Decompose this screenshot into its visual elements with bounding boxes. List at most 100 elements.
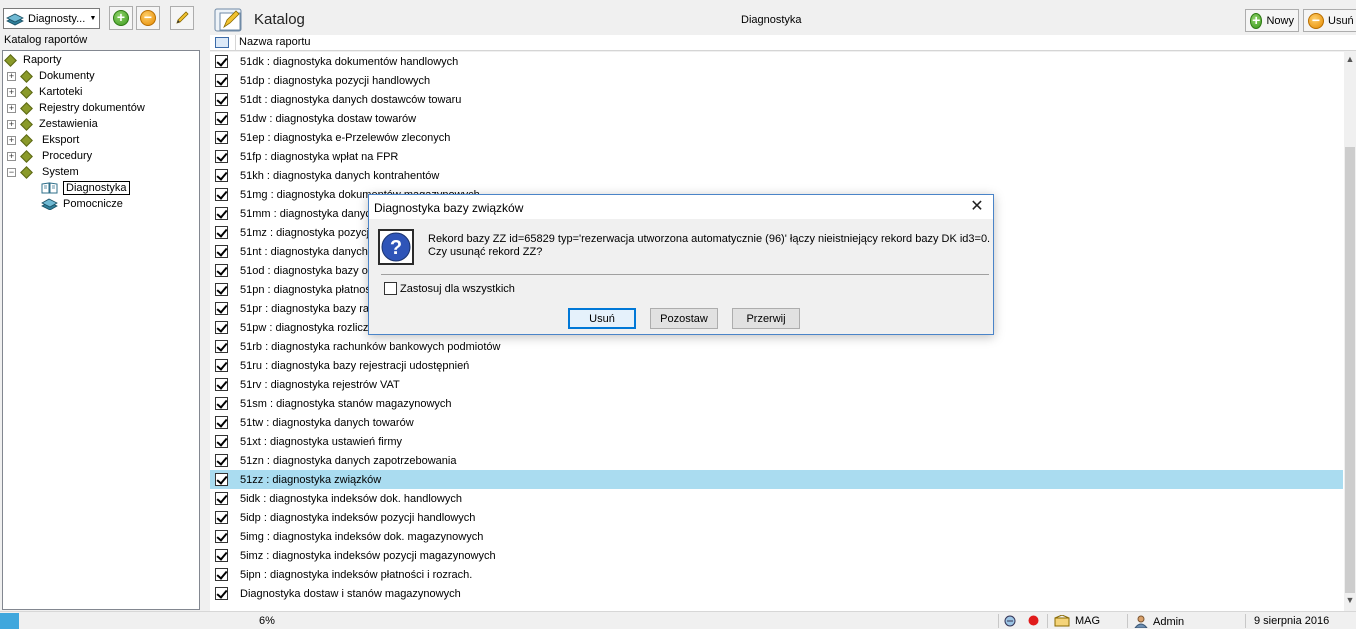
progress-bar-fill: [0, 613, 19, 629]
report-tree[interactable]: Raporty + Dokumenty + Kartoteki + Rejest…: [2, 50, 200, 610]
remove-catalog-button[interactable]: −: [136, 6, 160, 30]
table-row[interactable]: 51dp : diagnostyka pozycji handlowych: [210, 71, 1343, 90]
tree-node-pomocnicze[interactable]: Pomocnicze: [41, 196, 123, 212]
table-row[interactable]: 51rv : diagnostyka rejestrów VAT: [210, 375, 1343, 394]
confirm-dialog: Diagnostyka bazy związków ✕ ? Rekord baz…: [368, 194, 994, 335]
row-checkbox[interactable]: [215, 169, 228, 182]
table-row[interactable]: Diagnostyka dostaw i stanów magazynowych: [210, 584, 1343, 603]
table-row[interactable]: 51sm : diagnostyka stanów magazynowych: [210, 394, 1343, 413]
table-row[interactable]: 51kh : diagnostyka danych kontrahentów: [210, 166, 1343, 185]
table-row[interactable]: 5idk : diagnostyka indeksów dok. handlow…: [210, 489, 1343, 508]
tree-node-system[interactable]: − System: [7, 164, 79, 180]
row-checkbox[interactable]: [215, 359, 228, 372]
table-row[interactable]: 5ipn : diagnostyka indeksów płatności i …: [210, 565, 1343, 584]
row-checkbox[interactable]: [215, 321, 228, 334]
row-checkbox[interactable]: [215, 454, 228, 467]
add-catalog-button[interactable]: +: [109, 6, 133, 30]
keep-button[interactable]: Pozostaw: [650, 308, 718, 329]
row-checkbox[interactable]: [215, 435, 228, 448]
close-icon[interactable]: ✕: [969, 199, 985, 215]
expand-icon[interactable]: +: [7, 151, 16, 161]
expand-icon[interactable]: +: [7, 119, 16, 129]
scroll-up-icon[interactable]: ▲: [1344, 54, 1356, 68]
row-checkbox[interactable]: [215, 93, 228, 106]
row-checkbox[interactable]: [215, 378, 228, 391]
catalog-combo[interactable]: Diagnosty... ▼: [3, 8, 100, 29]
new-report-button[interactable]: + Nowy: [1245, 9, 1299, 32]
row-checkbox[interactable]: [215, 568, 228, 581]
scroll-down-icon[interactable]: ▼: [1344, 595, 1356, 609]
table-row[interactable]: 5idp : diagnostyka indeksów pozycji hand…: [210, 508, 1343, 527]
row-checkbox[interactable]: [215, 245, 228, 258]
tree-node-label: Dokumenty: [39, 70, 95, 82]
row-label: 51sm : diagnostyka stanów magazynowych: [240, 397, 452, 410]
plus-icon: +: [113, 10, 129, 26]
expand-icon[interactable]: +: [7, 103, 16, 113]
apply-to-all-checkbox[interactable]: [384, 282, 397, 295]
column-header-name[interactable]: Nazwa raportu: [235, 34, 311, 51]
table-row[interactable]: 51tw : diagnostyka danych towarów: [210, 413, 1343, 432]
tree-node-procedury[interactable]: + Procedury: [7, 148, 92, 164]
table-row[interactable]: 51ru : diagnostyka bazy rejestracji udos…: [210, 356, 1343, 375]
table-row[interactable]: 5imz : diagnostyka indeksów pozycji maga…: [210, 546, 1343, 565]
row-checkbox[interactable]: [215, 150, 228, 163]
row-checkbox[interactable]: [215, 55, 228, 68]
tree-node-eksport[interactable]: + Eksport: [7, 132, 79, 148]
row-checkbox[interactable]: [215, 207, 228, 220]
row-checkbox[interactable]: [215, 473, 228, 486]
row-label: 51zn : diagnostyka danych zapotrzebowani…: [240, 454, 457, 467]
table-row[interactable]: 51dt : diagnostyka danych dostawców towa…: [210, 90, 1343, 109]
scrollbar-thumb[interactable]: [1345, 147, 1355, 593]
row-checkbox[interactable]: [215, 188, 228, 201]
delete-report-button[interactable]: − Usuń: [1303, 9, 1356, 32]
row-label: 51ep : diagnostyka e-Przelewów zleconych: [240, 131, 451, 144]
dialog-titlebar[interactable]: Diagnostyka bazy związków ✕: [369, 195, 993, 219]
expand-icon[interactable]: +: [7, 87, 16, 97]
table-row[interactable]: 51ep : diagnostyka e-Przelewów zleconych: [210, 128, 1343, 147]
row-checkbox[interactable]: [215, 74, 228, 87]
row-checkbox[interactable]: [215, 492, 228, 505]
table-row[interactable]: 5img : diagnostyka indeksów dok. magazyn…: [210, 527, 1343, 546]
expand-icon[interactable]: +: [7, 135, 16, 145]
table-row[interactable]: 51zz : diagnostyka związków: [210, 470, 1343, 489]
row-checkbox[interactable]: [215, 283, 228, 296]
table-row[interactable]: 51dw : diagnostyka dostaw towarów: [210, 109, 1343, 128]
row-checkbox[interactable]: [215, 549, 228, 562]
folder-diamond-icon: [20, 149, 33, 163]
edit-catalog-button[interactable]: [170, 6, 194, 30]
tree-node-dokumenty[interactable]: + Dokumenty: [7, 68, 95, 84]
collapse-icon[interactable]: −: [7, 167, 16, 177]
delete-button[interactable]: Usuń: [568, 308, 636, 329]
row-checkbox[interactable]: [215, 511, 228, 524]
tree-node-root[interactable]: Raporty: [4, 52, 62, 68]
row-checkbox[interactable]: [215, 112, 228, 125]
table-row[interactable]: 51rb : diagnostyka rachunków bankowych p…: [210, 337, 1343, 356]
select-all-checkbox[interactable]: [215, 37, 229, 48]
row-checkbox[interactable]: [215, 264, 228, 277]
tree-node-diagnostyka[interactable]: Diagnostyka: [41, 180, 130, 196]
tree-node-label: Rejestry dokumentów: [39, 102, 145, 114]
table-row[interactable]: 51zn : diagnostyka danych zapotrzebowani…: [210, 451, 1343, 470]
table-row[interactable]: 51dk : diagnostyka dokumentów handlowych: [210, 52, 1343, 71]
row-checkbox[interactable]: [215, 530, 228, 543]
tree-node-rejestry[interactable]: + Rejestry dokumentów: [7, 100, 145, 116]
row-checkbox[interactable]: [215, 302, 228, 315]
tree-node-kartoteki[interactable]: + Kartoteki: [7, 84, 82, 100]
panel-splitter[interactable]: [203, 0, 210, 611]
table-row[interactable]: 51xt : diagnostyka ustawień firmy: [210, 432, 1343, 451]
catalog-combo-value: Diagnosty...: [28, 12, 86, 25]
row-checkbox[interactable]: [215, 587, 228, 600]
abort-button[interactable]: Przerwij: [732, 308, 800, 329]
row-checkbox[interactable]: [215, 416, 228, 429]
row-checkbox[interactable]: [215, 397, 228, 410]
row-checkbox[interactable]: [215, 131, 228, 144]
user-label: Admin: [1153, 615, 1185, 628]
row-checkbox[interactable]: [215, 340, 228, 353]
vertical-scrollbar[interactable]: ▲ ▼: [1344, 52, 1356, 611]
tree-node-zestawienia[interactable]: + Zestawienia: [7, 116, 98, 132]
table-row[interactable]: 51fp : diagnostyka wpłat na FPR: [210, 147, 1343, 166]
expand-icon[interactable]: +: [7, 71, 16, 81]
row-label: Diagnostyka dostaw i stanów magazynowych: [240, 587, 461, 600]
row-checkbox[interactable]: [215, 226, 228, 239]
apply-to-all-label[interactable]: Zastosuj dla wszystkich: [400, 283, 515, 295]
